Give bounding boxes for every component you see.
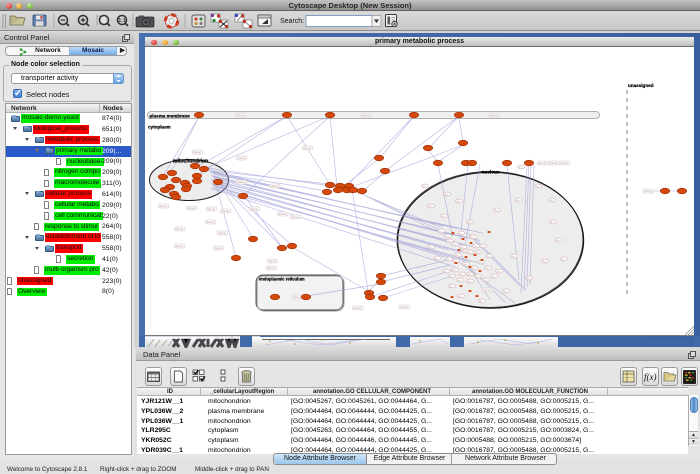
svg-text:(lb): (lb) [445,236,448,238]
svg-text:unassigned: unassigned [628,83,654,88]
svg-text:(lb): (lb) [485,268,488,270]
svg-text:(lb): (lb) [475,252,478,254]
svg-text:(lb): (lb) [456,201,459,203]
svg-text:(lb): (lb) [526,278,529,280]
svg-text:(lb): (lb) [422,186,425,188]
svg-text:(loc-a): (loc-a) [268,266,275,270]
svg-text:(lb): (lb) [459,274,462,276]
svg-text:(lb): (lb) [475,276,478,278]
svg-text:(loc-a): (loc-a) [354,306,361,310]
svg-text:(lb): (lb) [434,258,437,260]
svg-text:(lb): (lb) [452,270,455,272]
svg-text:mitochondrion: mitochondrion [173,159,208,165]
svg-text:(lb): (lb) [518,167,521,169]
svg-text:(loc-a): (loc-a) [484,288,491,292]
svg-text:(lb): (lb) [444,194,447,196]
svg-text:(lb): (lb) [549,200,552,202]
svg-text:(lb): (lb) [483,280,486,282]
svg-text:(loc-a): (loc-a) [645,189,652,193]
svg-text:(loc-a): (loc-a) [251,207,258,211]
svg-text:(loc-a): (loc-a) [491,113,498,117]
svg-text:(loc-a): (loc-a) [363,113,370,117]
svg-text:(loc-a): (loc-a) [194,150,201,154]
svg-text:(lb): (lb) [452,244,455,246]
svg-text:(lb): (lb) [561,259,564,261]
svg-text:(lb): (lb) [460,247,463,249]
svg-text:(lb): (lb) [494,210,497,212]
svg-text:(lb): (lb) [467,222,470,224]
svg-text:(lb): (lb) [496,271,499,273]
svg-text:(lb): (lb) [470,237,473,239]
svg-text:(lb): (lb) [535,186,538,188]
svg-text:(lb): (lb) [441,216,444,218]
svg-text:(loc-a): (loc-a) [271,184,278,188]
svg-text:(lb): (lb) [478,262,481,264]
svg-text:(loc-a): (loc-a) [304,146,311,150]
svg-text:(loc-a): (loc-a) [550,161,557,165]
svg-text:(loc-a): (loc-a) [294,295,301,299]
svg-text:(loc-a): (loc-a) [207,220,214,224]
svg-text:(lb): (lb) [458,296,461,298]
svg-text:(lb): (lb) [455,255,458,257]
svg-text:(lb): (lb) [428,206,431,208]
svg-text:(loc-a): (loc-a) [269,259,276,263]
svg-text:(lb): (lb) [556,240,559,242]
svg-text:(loc-a): (loc-a) [238,156,245,160]
svg-text:(lb): (lb) [473,246,476,248]
svg-text:(lb): (lb) [428,247,431,249]
svg-text:(lb): (lb) [438,231,441,233]
svg-text:cytoplasm: cytoplasm [148,125,171,130]
svg-text:(loc-a): (loc-a) [176,227,183,231]
svg-text:(lb): (lb) [479,301,482,303]
svg-text:nucleus: nucleus [482,170,500,176]
svg-text:1:1: 1:1 [118,18,125,24]
svg-text:(loc-a): (loc-a) [561,161,568,165]
svg-text:f(x): f(x) [644,372,657,382]
svg-text:(lb): (lb) [471,268,474,270]
svg-text:(lb): (lb) [486,256,489,258]
svg-text:(lb): (lb) [463,264,466,266]
svg-text:(lb): (lb) [480,246,483,248]
svg-text:(loc-a): (loc-a) [208,207,215,211]
svg-text:(lb): (lb) [542,261,545,263]
svg-text:(lb): (lb) [516,200,519,202]
svg-text:(lb): (lb) [449,276,452,278]
svg-text:(lb): (lb) [458,233,461,235]
svg-text:(lb): (lb) [550,222,553,224]
svg-text:(loc-a): (loc-a) [539,161,546,165]
svg-text:(loc-a): (loc-a) [401,305,408,309]
svg-text:plasma membrane: plasma membrane [150,113,191,118]
svg-text:(loc-a): (loc-a) [188,206,195,210]
svg-text:(loc-a): (loc-a) [215,246,222,250]
svg-text:(lb): (lb) [447,241,450,243]
svg-text:(loc-a): (loc-a) [222,209,229,213]
svg-text:endoplasmic reticulum: endoplasmic reticulum [259,277,305,282]
svg-text:(lb): (lb) [449,286,452,288]
svg-text:(lb): (lb) [503,291,506,293]
svg-text:Search:: Search: [280,18,304,25]
svg-text:(lb): (lb) [457,280,460,282]
svg-text:(lb): (lb) [446,259,449,261]
svg-text:(lb): (lb) [467,274,470,276]
svg-text:(loc-a): (loc-a) [237,113,244,117]
svg-text:(loc-a): (loc-a) [279,212,286,216]
svg-text:(loc-a): (loc-a) [176,244,183,248]
svg-text:(loc-a): (loc-a) [292,215,299,219]
svg-text:(loc-a): (loc-a) [238,180,245,184]
svg-text:(lb): (lb) [443,271,446,273]
svg-text:(loc-a): (loc-a) [219,231,226,235]
svg-text:(lb): (lb) [467,281,470,283]
svg-text:(lb): (lb) [491,276,494,278]
svg-text:(lb): (lb) [467,252,470,254]
svg-text:(loc-a): (loc-a) [160,204,167,208]
svg-text:(lb): (lb) [511,256,514,258]
